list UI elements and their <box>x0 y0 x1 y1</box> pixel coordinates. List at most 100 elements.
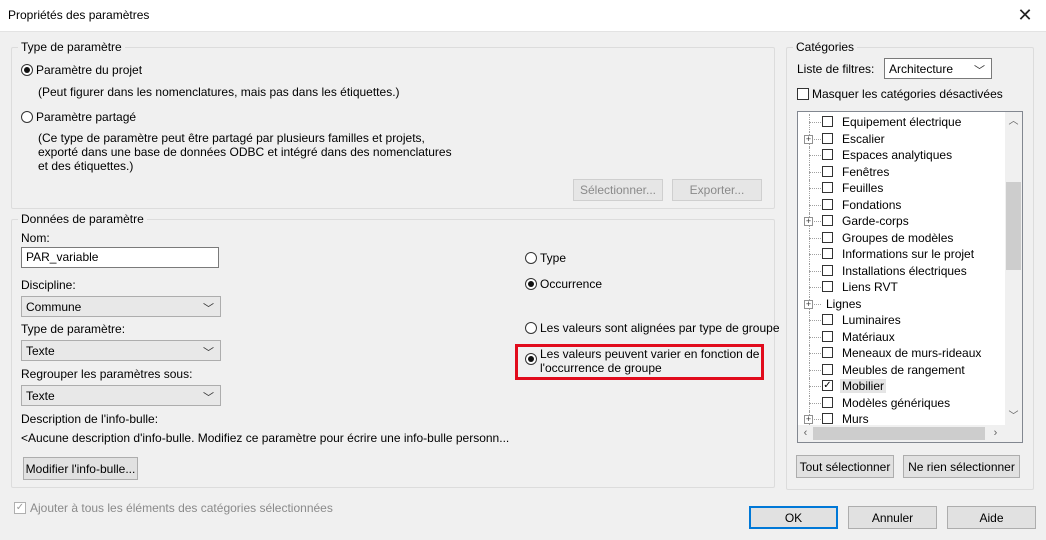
close-icon[interactable]: ✕ <box>1014 4 1036 26</box>
tooltip-description-value: <Aucune description d'info-bulle. Modifi… <box>21 431 510 445</box>
category-item[interactable]: + Escalier <box>798 130 1003 147</box>
category-item[interactable]: Matériaux <box>798 328 1003 345</box>
discipline-select[interactable]: Commune ﹀ <box>21 296 221 317</box>
category-item[interactable]: Feuilles <box>798 180 1003 196</box>
category-item[interactable]: Groupes de modèles <box>798 229 1003 246</box>
category-item[interactable]: Fenêtres <box>798 163 1003 180</box>
ok-button[interactable]: OK <box>749 506 838 529</box>
category-item[interactable]: ✓ Mobilier <box>798 378 1003 394</box>
tree-connector <box>809 155 821 156</box>
export-button[interactable]: Exporter... <box>672 179 762 201</box>
select-button[interactable]: Sélectionner... <box>573 179 663 201</box>
add-to-all-label: Ajouter à tous les éléments des catégori… <box>30 501 333 515</box>
category-checkbox[interactable] <box>822 215 833 226</box>
category-checkbox[interactable] <box>822 149 833 160</box>
type-radio[interactable] <box>525 252 537 264</box>
param-type-group-title: Type de paramètre <box>18 40 125 54</box>
tree-horizontal-scrollbar[interactable]: ‹ › <box>798 425 1005 442</box>
category-item-label: Informations sur le projet <box>842 247 975 261</box>
select-all-button[interactable]: Tout sélectionner <box>796 455 894 478</box>
shared-param-desc-2: exporté dans une base de données ODBC et… <box>38 145 452 159</box>
category-checkbox[interactable] <box>822 347 833 358</box>
project-param-radio[interactable] <box>21 64 33 76</box>
scroll-up-icon[interactable]: ︿ <box>1005 115 1022 129</box>
help-button[interactable]: Aide <box>947 506 1036 529</box>
chevron-down-icon: ﹀ <box>203 347 214 359</box>
tree-connector <box>809 386 821 387</box>
category-checkbox[interactable] <box>822 116 833 127</box>
tree-connector <box>809 336 821 338</box>
category-item[interactable]: Liens RVT <box>798 279 1003 295</box>
name-input[interactable]: PAR_variable <box>21 247 219 268</box>
category-checkbox[interactable] <box>822 363 833 375</box>
category-checkbox[interactable] <box>822 248 833 259</box>
filter-list-select[interactable]: Architecture ﹀ <box>884 58 992 79</box>
category-item-label: Garde-corps <box>842 214 909 228</box>
category-item[interactable]: Espaces analytiques <box>798 147 1003 163</box>
group-under-select[interactable]: Texte ﹀ <box>21 385 221 406</box>
category-item[interactable]: Informations sur le projet <box>798 246 1003 262</box>
chevron-down-icon: ﹀ <box>203 392 214 404</box>
tree-connector <box>809 270 821 272</box>
tree-scroll-thumb[interactable] <box>1006 182 1021 270</box>
category-checkbox[interactable] <box>822 132 833 144</box>
category-checkbox[interactable] <box>822 281 833 292</box>
add-to-all-checkbox[interactable]: ✓ <box>14 502 26 514</box>
aligned-by-group-label: Les valeurs sont alignées par type de gr… <box>540 321 780 335</box>
category-checkbox[interactable] <box>822 231 833 243</box>
expand-icon[interactable]: + <box>804 134 813 144</box>
shared-param-label: Paramètre partagé <box>36 110 137 124</box>
select-none-button[interactable]: Ne rien sélectionner <box>903 455 1020 478</box>
hide-disabled-label: Masquer les catégories désactivées <box>812 87 1003 101</box>
param-data-group-title: Données de paramètre <box>18 212 147 226</box>
shared-param-desc-3: et des étiquettes.) <box>38 159 134 173</box>
category-item-label: Groupes de modèles <box>842 230 954 245</box>
tooltip-description-label: Description de l'info-bulle: <box>21 412 159 426</box>
shared-param-radio[interactable] <box>21 111 33 123</box>
scroll-right-icon[interactable]: › <box>988 425 1003 442</box>
aligned-by-group-radio[interactable] <box>525 322 537 334</box>
category-item[interactable]: Luminaires <box>798 312 1003 328</box>
category-item[interactable]: Meneaux de murs-rideaux <box>798 345 1003 361</box>
category-item[interactable]: Fondations <box>798 196 1003 213</box>
category-checkbox[interactable] <box>822 198 833 210</box>
scroll-left-icon[interactable]: ‹ <box>798 425 813 442</box>
category-item-label: Modèles génériques <box>842 395 951 410</box>
category-item[interactable]: + Garde-corps <box>798 213 1003 229</box>
tree-hscroll-thumb[interactable] <box>813 427 985 440</box>
expand-icon[interactable]: + <box>804 299 813 309</box>
expand-icon[interactable]: + <box>804 415 813 424</box>
param-type-select[interactable]: Texte ﹀ <box>21 340 221 361</box>
category-checkbox[interactable] <box>822 330 833 342</box>
scroll-down-icon[interactable]: ﹀ <box>1005 410 1022 424</box>
tree-connector <box>809 122 821 123</box>
category-item[interactable]: Meubles de rangement <box>798 361 1003 378</box>
cancel-button[interactable]: Annuler <box>848 506 937 529</box>
occurrence-radio[interactable] <box>525 278 537 290</box>
chevron-down-icon: ﹀ <box>203 303 214 315</box>
tree-connector <box>809 402 821 404</box>
hide-disabled-checkbox[interactable] <box>797 88 809 100</box>
category-checkbox[interactable] <box>822 165 833 177</box>
expand-icon[interactable]: + <box>804 217 813 226</box>
category-item-label: Luminaires <box>842 313 901 327</box>
tree-vertical-scrollbar[interactable]: ︿ ﹀ <box>1005 112 1022 425</box>
edit-tooltip-button[interactable]: Modifier l'info-bulle... <box>23 457 138 480</box>
category-item[interactable]: Modèles génériques <box>798 394 1003 411</box>
category-checkbox[interactable] <box>822 264 833 276</box>
discipline-value: Commune <box>26 300 82 314</box>
category-item[interactable]: Equipement électrique <box>798 114 1003 130</box>
category-item-label: Fondations <box>842 197 902 212</box>
category-tree[interactable]: Equipement électrique + Escalier Espaces an… <box>797 111 1023 443</box>
category-checkbox[interactable]: ✓ <box>822 380 833 391</box>
name-label: Nom: <box>21 231 50 245</box>
scrollbar-corner <box>1005 425 1022 442</box>
tree-connector <box>809 254 821 255</box>
category-item-label: Espaces analytiques <box>842 148 953 162</box>
category-checkbox[interactable] <box>822 413 833 424</box>
category-checkbox[interactable] <box>822 182 833 193</box>
category-item[interactable]: Installations électriques <box>798 262 1003 279</box>
category-checkbox[interactable] <box>822 396 833 408</box>
category-item[interactable]: + Lignes <box>798 295 1003 312</box>
category-checkbox[interactable] <box>822 314 833 325</box>
